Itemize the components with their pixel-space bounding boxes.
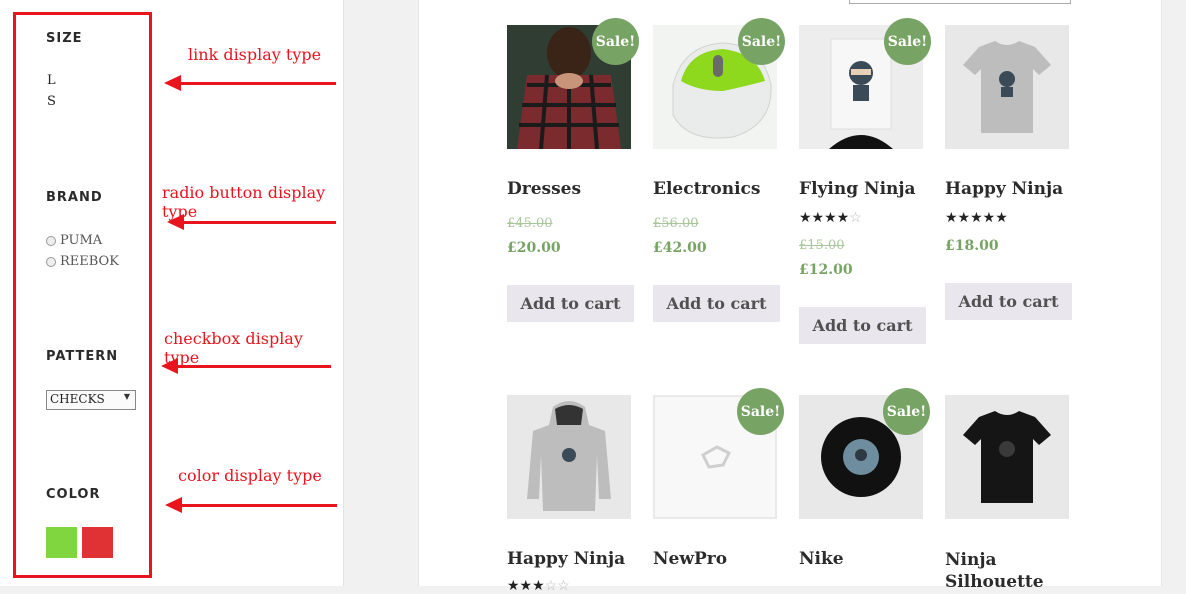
old-price: £15.00 [799, 238, 845, 253]
annotation-link: link display type [188, 45, 322, 64]
brand-option-label: PUMA [60, 233, 103, 248]
sale-price: £12.00 [799, 262, 853, 278]
color-swatch-red[interactable] [82, 527, 113, 558]
product-title-ninja-silhouette[interactable]: Ninja Silhouette [945, 549, 1065, 593]
old-price: £56.00 [653, 216, 699, 231]
black-tshirt-photo-icon [945, 395, 1069, 519]
arrow-icon [164, 75, 336, 91]
color-swatch-green[interactable] [46, 527, 77, 558]
size-option-l[interactable]: L [47, 73, 56, 88]
size-filter-title: SIZE [46, 31, 83, 46]
hoodie-photo-icon [507, 395, 631, 519]
sale-badge: Sale! [738, 18, 785, 65]
product-title-happy-ninja-hoodie[interactable]: Happy Ninja [507, 549, 625, 569]
product-title-dresses[interactable]: Dresses [507, 179, 581, 199]
hoodie-photo[interactable] [507, 395, 631, 519]
sale-price: £42.00 [653, 240, 707, 256]
sale-price: £20.00 [507, 240, 561, 256]
brand-option-reebok[interactable]: REEBOK [46, 254, 119, 269]
brand-filter-title: BRAND [46, 190, 103, 205]
old-price: £45.00 [507, 216, 553, 231]
annotation-color: color display type [178, 466, 322, 485]
price: £18.00 [945, 238, 999, 254]
sale-badge: Sale! [737, 388, 784, 435]
radio-button[interactable] [46, 256, 56, 267]
filter-sidebar: SIZE L S BRAND PUMA REEBOK PATTERN CHECK… [0, 0, 344, 586]
brand-option-label: REEBOK [60, 254, 119, 269]
arrow-icon [161, 358, 331, 374]
arrow-icon [167, 214, 336, 230]
black-tshirt-photo[interactable] [945, 395, 1069, 519]
product-title-nike[interactable]: Nike [799, 549, 844, 569]
annotation-radio: radio button display type [162, 183, 326, 221]
product-title-flying-ninja[interactable]: Flying Ninja [799, 179, 916, 199]
sale-badge: Sale! [592, 18, 639, 65]
add-to-cart-button[interactable]: Add to cart [507, 285, 634, 322]
tshirt-photo[interactable] [945, 25, 1069, 149]
product-title-electronics[interactable]: Electronics [653, 179, 760, 199]
color-filter-title: COLOR [46, 487, 101, 502]
brand-option-puma[interactable]: PUMA [46, 233, 102, 248]
pattern-filter-title: PATTERN [46, 349, 119, 364]
size-option-s[interactable]: S [47, 94, 56, 109]
caret-down-icon: ▼ [123, 392, 130, 401]
sale-badge: Sale! [884, 18, 931, 65]
product-title-newpro[interactable]: NewPro [653, 549, 727, 569]
rating-stars: ★★★★☆ [799, 210, 862, 226]
sort-select[interactable] [849, 0, 1071, 4]
add-to-cart-button[interactable]: Add to cart [945, 283, 1072, 320]
add-to-cart-button[interactable]: Add to cart [799, 307, 926, 344]
arrow-icon [165, 497, 337, 513]
annotation-checkbox: checkbox display type [164, 329, 303, 367]
add-to-cart-button[interactable]: Add to cart [653, 285, 780, 322]
rating-stars: ★★★★★ [945, 210, 1008, 226]
radio-button[interactable] [46, 235, 56, 246]
tshirt-photo-icon [945, 25, 1069, 149]
rating-stars: ★★★☆☆ [507, 578, 570, 594]
pattern-select-value: CHECKS [50, 392, 105, 406]
sale-badge: Sale! [883, 388, 930, 435]
pattern-select[interactable]: CHECKS ▼ [46, 390, 136, 410]
product-title-happy-ninja[interactable]: Happy Ninja [945, 179, 1063, 199]
